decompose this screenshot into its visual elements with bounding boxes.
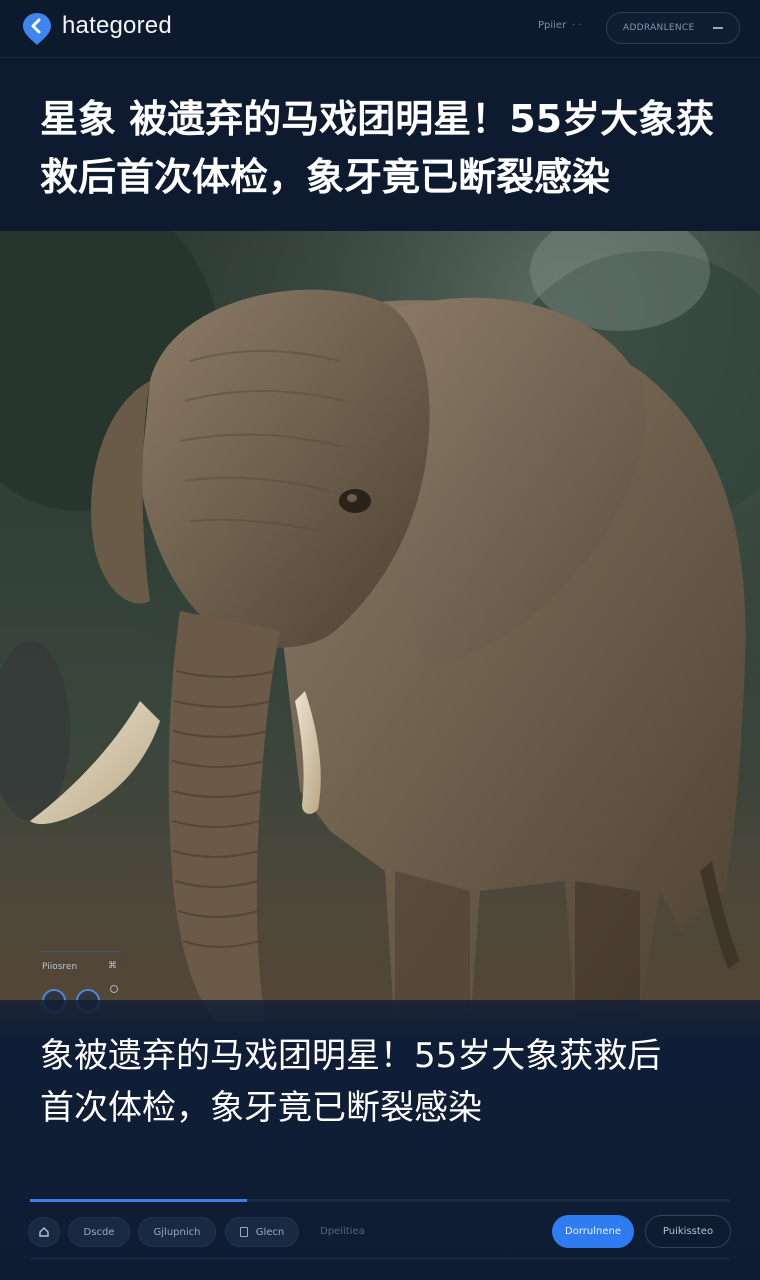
location-pin-icon[interactable] <box>22 12 52 46</box>
widget-line <box>40 951 120 952</box>
progress-bar[interactable] <box>30 1199 730 1202</box>
primary-button[interactable]: Dorrulnene <box>552 1215 634 1248</box>
top-pill-label: ADDRANLENCE <box>623 23 695 33</box>
dash-icon <box>713 27 723 29</box>
toolbar-chip-b[interactable]: Gjlupnich <box>138 1217 216 1247</box>
brand-name[interactable]: hategored <box>62 12 172 40</box>
toolbar-chip-c[interactable]: Glecn <box>225 1217 299 1247</box>
elephant-photo <box>0 231 760 1039</box>
secondary-button[interactable]: Puikissteo <box>645 1215 731 1248</box>
page-title: 星象 被遗弃的马戏团明星！55岁大象获救后首次体检，象牙竟已断裂感染 <box>40 97 715 199</box>
top-action-pill[interactable]: ADDRANLENCE <box>606 12 740 44</box>
widget-refresh-icon[interactable] <box>110 985 118 993</box>
toolbar-chip-a-label: Dscde <box>83 1226 115 1238</box>
widget-label: Piiosren <box>42 962 78 972</box>
top-bar: hategored Ppiier · · ADDRANLENCE <box>0 0 760 58</box>
hero-image <box>0 231 760 1039</box>
document-icon <box>239 1227 248 1237</box>
toolbar-chip-b-label: Gjlupnich <box>153 1226 201 1238</box>
secondary-button-label: Puikissteo <box>662 1226 714 1237</box>
caption-text: 象被遗弃的马戏团明星！55岁大象获救后首次体检，象牙竟已断裂感染 <box>40 1036 662 1128</box>
toolbar-chip-a[interactable]: Dscde <box>68 1217 130 1247</box>
primary-button-label: Dorrulnene <box>565 1226 621 1237</box>
home-button[interactable] <box>28 1217 60 1247</box>
page: hategored Ppiier · · ADDRANLENCE 星象 被遗弃的… <box>0 0 760 1280</box>
widget-close-icon[interactable]: ⌘ <box>108 961 117 971</box>
home-icon <box>39 1227 49 1237</box>
toolbar-chip-c-label: Glecn <box>255 1226 285 1238</box>
nav-link[interactable]: Ppiier <box>538 20 566 31</box>
bottom-divider <box>30 1258 730 1259</box>
nav-dots: · · <box>572 20 582 31</box>
toolbar-link[interactable]: Dpeiitiea <box>320 1226 365 1237</box>
progress-fill <box>30 1199 247 1202</box>
